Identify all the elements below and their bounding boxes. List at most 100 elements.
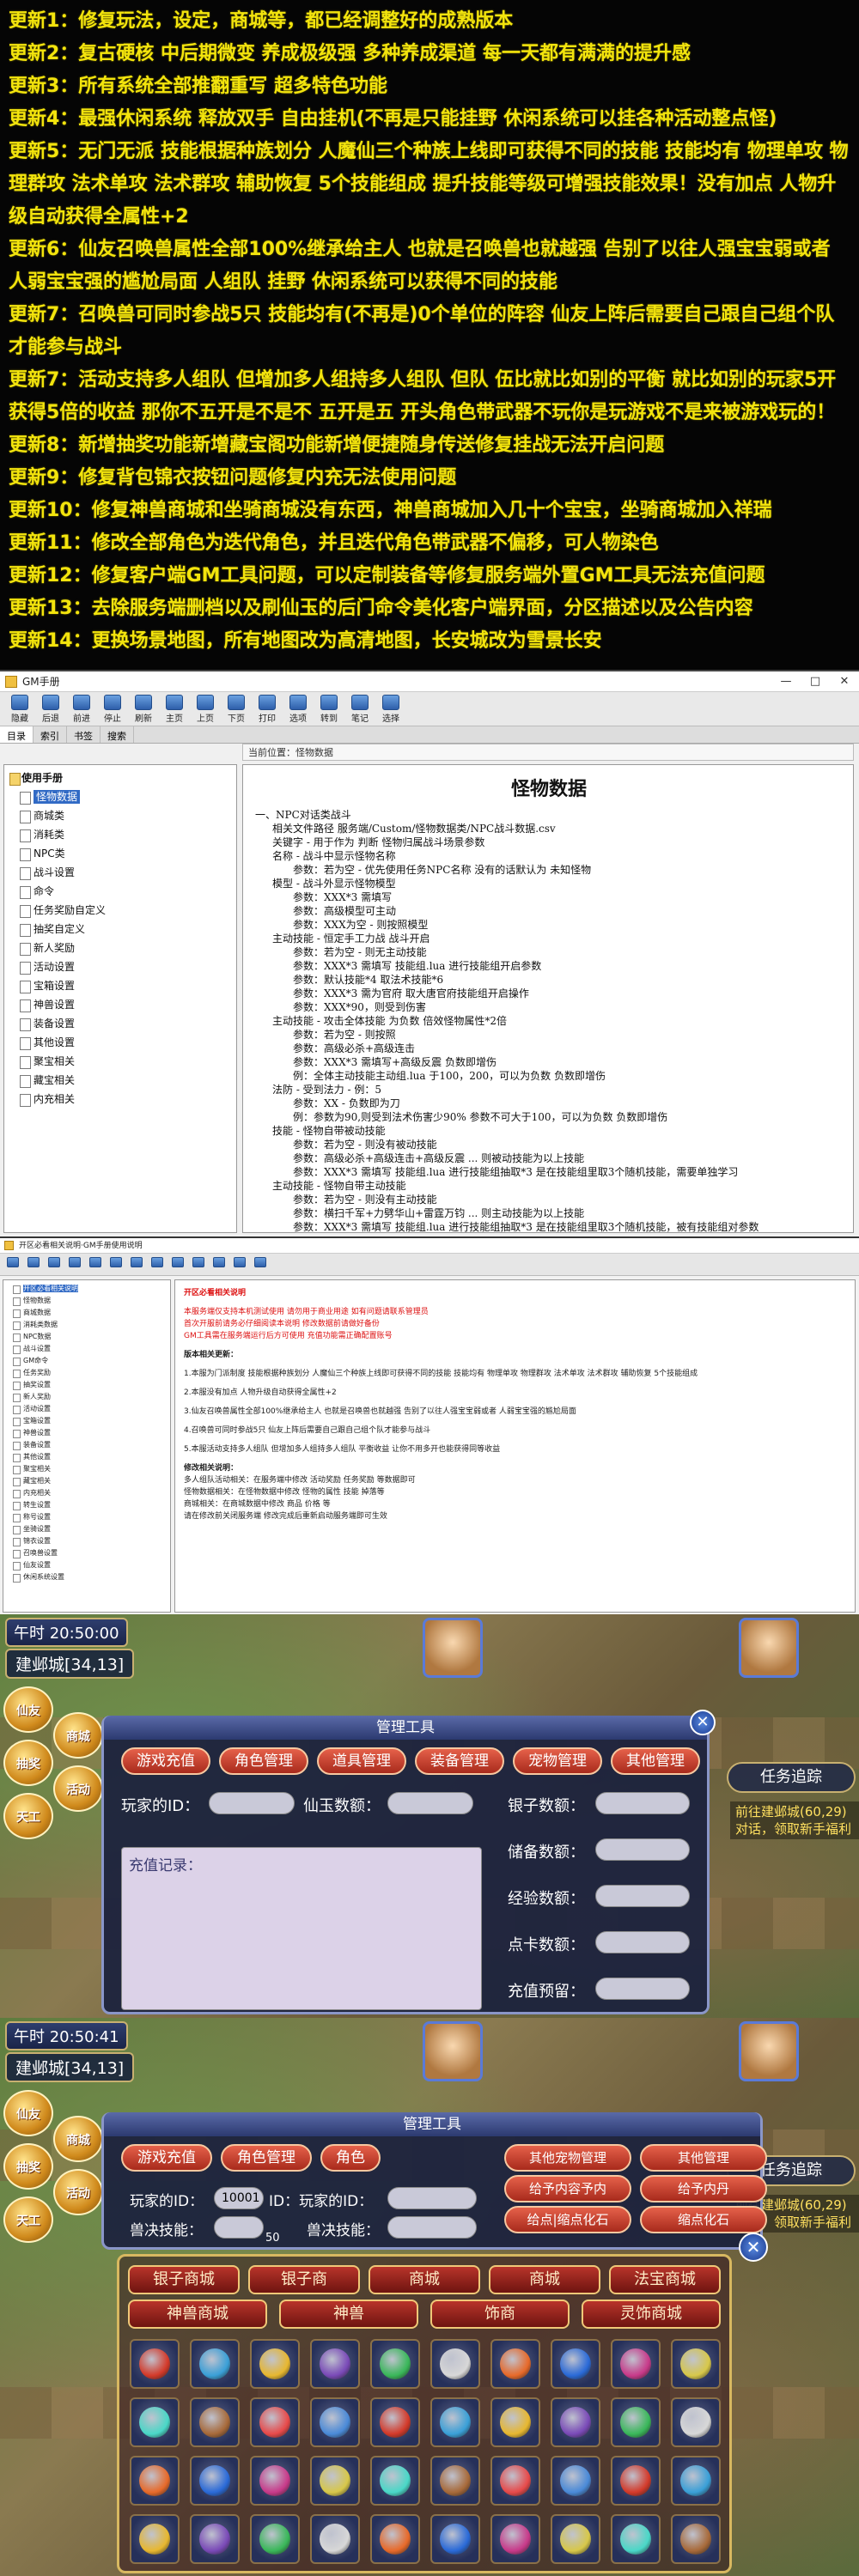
pet-avatar[interactable] (739, 2021, 799, 2081)
player-id-input-2[interactable] (387, 2187, 477, 2209)
tree-item[interactable]: 怪物数据 (8, 787, 233, 806)
shop-item-slot[interactable] (310, 2456, 360, 2506)
shop-item-slot[interactable] (130, 2514, 180, 2564)
shop-item-slot[interactable] (250, 2339, 300, 2389)
shop-item-slot[interactable] (611, 2514, 661, 2564)
tree-item[interactable]: 活动设置 (6, 1403, 168, 1415)
tree-item[interactable]: 召唤兽设置 (6, 1547, 168, 1559)
side-menu-button[interactable]: 天工 (3, 2196, 53, 2243)
tree-item[interactable]: 宝箱设置 (6, 1415, 168, 1427)
player-id-input[interactable] (209, 1792, 295, 1814)
shop-tab[interactable]: 银子商 (248, 2265, 360, 2294)
tree-item[interactable]: GM命令 (6, 1355, 168, 1367)
gm-action-button[interactable]: 缩点化石 (640, 2206, 767, 2233)
tree-item[interactable]: 聚宝相关 (8, 1052, 233, 1071)
gm-tab-button[interactable]: 其他管理 (611, 1747, 700, 1775)
tree-item[interactable]: 装备设置 (6, 1439, 168, 1451)
tree-item[interactable]: 消耗类 (8, 825, 233, 844)
gm-tab-button[interactable]: 游戏充值 (121, 1747, 210, 1775)
shop-item-slot[interactable] (551, 2456, 600, 2506)
shop-tab[interactable]: 神兽 (279, 2300, 418, 2329)
shop-tab[interactable]: 法宝商城 (609, 2265, 721, 2294)
side-menu-button[interactable]: 天工 (3, 1793, 53, 1839)
gm-action-button[interactable]: 给点|缩点化石 (504, 2206, 631, 2233)
toolbar-button[interactable]: 转到 (314, 694, 344, 724)
toolbar-button[interactable]: 笔记 (345, 694, 375, 724)
pet-skill-input[interactable] (214, 2216, 264, 2239)
tree-item[interactable]: 神兽设置 (8, 995, 233, 1014)
side-menu-button[interactable]: 活动 (53, 1765, 103, 1812)
gm-tab-button[interactable]: 游戏充值 (121, 2144, 212, 2172)
shop-item-slot[interactable] (551, 2397, 600, 2447)
gm-action-button[interactable]: 其他管理 (640, 2144, 767, 2172)
shop-item-slot[interactable] (671, 2397, 721, 2447)
side-menu-button[interactable]: 仙友 (3, 1686, 53, 1733)
shop-item-slot[interactable] (190, 2514, 240, 2564)
toolbar-button[interactable]: 隐藏 (5, 694, 34, 724)
toolbar-button[interactable] (45, 1255, 64, 1273)
recharge-record-area[interactable]: 充值记录： (121, 1847, 482, 2010)
gm-tab-button[interactable]: 角色 (320, 2144, 381, 2172)
gm-action-button[interactable]: 其他宠物管理 (504, 2144, 631, 2172)
shop-item-slot[interactable] (190, 2456, 240, 2506)
shop-item-slot[interactable] (611, 2397, 661, 2447)
shop-item-slot[interactable] (430, 2397, 480, 2447)
tree-item[interactable]: 抽奖自定义 (8, 920, 233, 939)
gm-tab-button[interactable]: 装备管理 (415, 1747, 504, 1775)
side-menu-button[interactable]: 商城 (53, 1712, 103, 1759)
side-menu-button[interactable]: 活动 (53, 2169, 103, 2215)
shop-item-slot[interactable] (671, 2339, 721, 2389)
shop-item-slot[interactable] (370, 2456, 420, 2506)
help-tab[interactable]: 搜索 (101, 726, 134, 743)
amount-input[interactable] (595, 1792, 690, 1814)
tree-item[interactable]: 内充相关 (6, 1487, 168, 1499)
shop-item-slot[interactable] (611, 2456, 661, 2506)
shop-close-icon[interactable]: ✕ (739, 2233, 768, 2262)
shop-item-slot[interactable] (551, 2339, 600, 2389)
toolbar-button[interactable] (210, 1255, 228, 1273)
jade-amount-input[interactable] (387, 1792, 473, 1814)
shop-item-slot[interactable] (310, 2339, 360, 2389)
tree-item[interactable]: 任务奖励 (6, 1367, 168, 1379)
toolbar-button[interactable]: 选择 (376, 694, 405, 724)
tree-item[interactable]: 新人奖励 (6, 1391, 168, 1403)
shop-item-slot[interactable] (130, 2456, 180, 2506)
toolbar-button[interactable] (168, 1255, 187, 1273)
toolbar-button[interactable] (3, 1255, 22, 1273)
amount-input[interactable] (595, 1885, 690, 1907)
tree-item[interactable]: 抽奖设置 (6, 1379, 168, 1391)
toolbar-button[interactable]: 主页 (160, 694, 189, 724)
tree-item[interactable]: 开区必看相关说明 (6, 1283, 168, 1295)
player-avatar[interactable] (423, 2021, 483, 2081)
toolbar-button[interactable]: 刷新 (129, 694, 158, 724)
toolbar-button[interactable]: 下页 (222, 694, 251, 724)
toolbar-button[interactable] (24, 1255, 43, 1273)
shop-item-slot[interactable] (310, 2514, 360, 2564)
shop-item-slot[interactable] (671, 2514, 721, 2564)
shop-item-slot[interactable] (611, 2339, 661, 2389)
shop-tab[interactable]: 商城 (489, 2265, 600, 2294)
help-tab[interactable]: 索引 (34, 726, 67, 743)
shop-item-slot[interactable] (190, 2397, 240, 2447)
toolbar-button[interactable]: 后退 (36, 694, 65, 724)
tree-item[interactable]: NPC类 (8, 844, 233, 863)
shop-item-slot[interactable] (190, 2339, 240, 2389)
task-tracker-button[interactable]: 任务追踪 (727, 1762, 856, 1793)
tree-item[interactable]: 宝箱设置 (8, 976, 233, 995)
shop-item-slot[interactable] (250, 2456, 300, 2506)
shop-item-slot[interactable] (310, 2397, 360, 2447)
toolbar-button[interactable]: 前进 (67, 694, 96, 724)
toolbar-button[interactable] (107, 1255, 125, 1273)
shop-item-slot[interactable] (430, 2456, 480, 2506)
tree-item[interactable]: 商城数据 (6, 1307, 168, 1319)
amount-input[interactable] (595, 1838, 690, 1861)
pet-avatar[interactable] (739, 1618, 799, 1678)
close-button[interactable]: ✕ (830, 671, 859, 692)
toolbar-button[interactable]: 选项 (283, 694, 313, 724)
tree-item[interactable]: 任务奖励自定义 (8, 901, 233, 920)
tree-item[interactable]: 消耗类数据 (6, 1319, 168, 1331)
shop-tab[interactable]: 银子商城 (128, 2265, 240, 2294)
shop-item-slot[interactable] (671, 2456, 721, 2506)
side-menu-button[interactable]: 商城 (53, 2116, 103, 2162)
tree-item[interactable]: 转生设置 (6, 1499, 168, 1511)
